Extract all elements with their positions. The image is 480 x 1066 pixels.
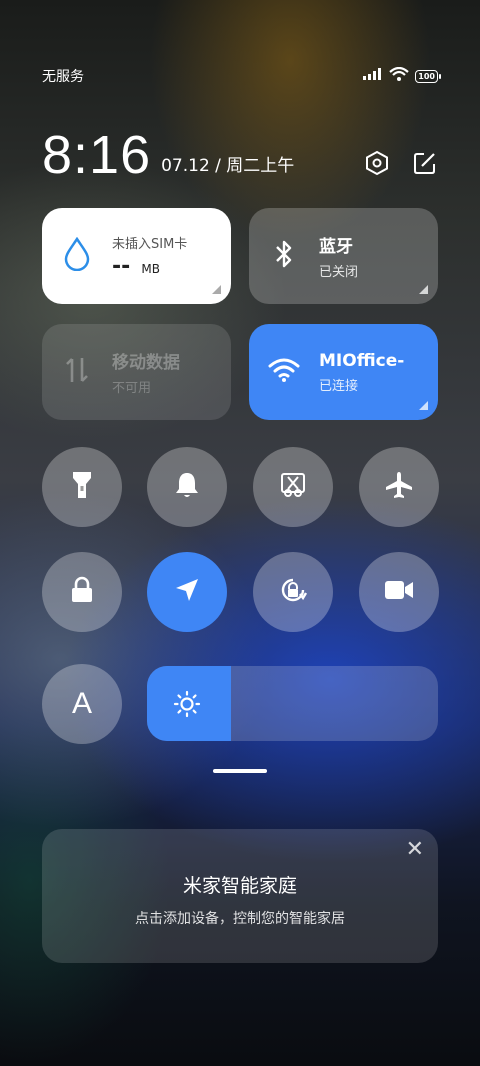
mobile-data-title: 移动数据 — [112, 353, 180, 373]
lock-icon — [70, 576, 94, 608]
close-icon[interactable]: ✕ — [406, 839, 424, 861]
smart-home-subtitle: 点击添加设备，控制您的智能家居 — [135, 911, 345, 927]
sun-icon — [173, 690, 201, 722]
airplane-mode-toggle[interactable] — [359, 447, 439, 527]
bell-icon — [174, 471, 200, 503]
bluetooth-title: 蓝牙 — [319, 237, 353, 257]
location-arrow-icon — [173, 576, 201, 608]
wifi-tile[interactable]: MIOffice- 已连接 — [249, 324, 438, 420]
sim-unit: MB — [141, 262, 160, 276]
flashlight-toggle[interactable] — [42, 447, 122, 527]
signal-icon — [363, 68, 383, 84]
location-toggle[interactable] — [147, 552, 227, 632]
expand-corner-icon — [212, 285, 221, 294]
scissors-icon — [279, 471, 307, 503]
brightness-slider[interactable] — [147, 666, 438, 741]
status-icons: 100 — [363, 66, 441, 85]
wifi-title: MIOffice- — [319, 350, 405, 371]
settings-icon[interactable] — [364, 150, 390, 176]
status-bar: 无服务 100 — [42, 66, 441, 86]
airplane-icon — [384, 470, 414, 504]
clock: 8:16 — [42, 125, 152, 185]
drag-handle[interactable] — [213, 769, 267, 773]
rotation-lock-toggle[interactable] — [42, 552, 122, 632]
header: 8:16 07.12 / 周二上午 — [42, 122, 438, 182]
sim-value: -- — [112, 254, 131, 279]
data-transfer-icon — [65, 355, 89, 389]
date-label: 07.12 / 周二上午 — [161, 156, 295, 176]
expand-corner-icon — [419, 401, 428, 410]
auto-brightness-button[interactable]: A — [42, 664, 122, 744]
sim-title: 未插入SIM卡 — [112, 237, 188, 252]
expand-corner-icon — [419, 285, 428, 294]
mobile-data-status: 不可用 — [112, 381, 152, 396]
sim-data-tile[interactable]: 未插入SIM卡 -- MB — [42, 208, 231, 304]
wifi-icon — [389, 66, 410, 85]
bluetooth-icon — [274, 239, 294, 273]
rotate-lock-icon — [277, 574, 309, 610]
mute-toggle[interactable] — [147, 447, 227, 527]
edit-icon[interactable] — [412, 150, 438, 176]
carrier-label: 无服务 — [42, 69, 84, 85]
video-camera-icon — [384, 579, 414, 605]
auto-rotate-toggle[interactable] — [253, 552, 333, 632]
bluetooth-tile[interactable]: 蓝牙 已关闭 — [249, 208, 438, 304]
battery-icon: 100 — [415, 69, 441, 83]
bluetooth-status: 已关闭 — [319, 265, 359, 280]
water-drop-icon — [63, 236, 91, 275]
screenshot-toggle[interactable] — [253, 447, 333, 527]
flashlight-icon — [71, 470, 93, 504]
wifi-status: 已连接 — [319, 378, 359, 394]
screen-record-toggle[interactable] — [359, 552, 439, 632]
mobile-data-tile[interactable]: 移动数据 不可用 — [42, 324, 231, 420]
wifi-icon — [268, 357, 300, 387]
smart-home-card[interactable]: ✕ 米家智能家庭 点击添加设备，控制您的智能家居 — [42, 829, 438, 963]
smart-home-title: 米家智能家庭 — [182, 875, 297, 897]
